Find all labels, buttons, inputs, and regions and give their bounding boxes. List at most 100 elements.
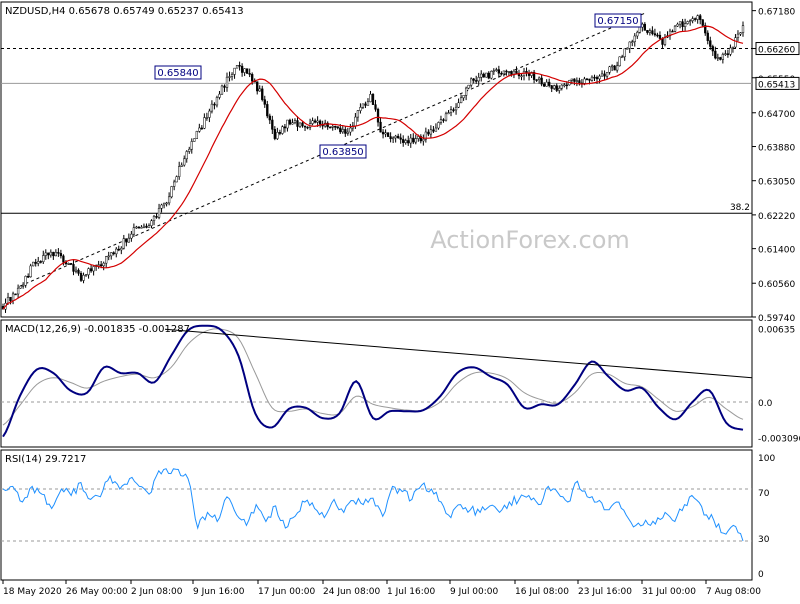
candle-body <box>593 76 596 79</box>
panel-frames <box>0 1 753 581</box>
candle-body <box>261 88 264 100</box>
candle-body <box>100 264 103 267</box>
candle-body <box>447 112 450 115</box>
candle-body <box>210 103 214 112</box>
candle-body <box>694 18 697 20</box>
annotation-1: 0.63850 <box>319 144 367 159</box>
candle-body <box>44 252 47 256</box>
candle-body <box>198 127 201 132</box>
candle-body <box>731 46 735 49</box>
price-tick-label-3: 0.64700 <box>758 110 795 120</box>
candle-body <box>633 35 636 42</box>
candle-body <box>79 273 83 281</box>
candle-body <box>520 75 523 78</box>
annotation-text: 0.65840 <box>157 68 198 79</box>
x-tick-label-6: 1 Jul 16:00 <box>387 587 436 597</box>
candle-body <box>402 139 405 143</box>
candle-body <box>6 296 10 304</box>
candle-body <box>331 126 334 128</box>
candle-body <box>105 256 108 264</box>
candle-body <box>256 81 259 92</box>
candle-body <box>374 104 377 110</box>
price-tick-label-6: 0.62220 <box>758 212 795 222</box>
candle-body <box>505 70 508 73</box>
candle-body <box>16 287 20 295</box>
candle-body <box>550 85 553 89</box>
candle-body <box>442 119 445 121</box>
candle-body <box>726 53 730 55</box>
candle-body <box>497 69 501 74</box>
price-tick-label-8: 0.60560 <box>758 280 795 290</box>
main-panel <box>0 1 753 318</box>
candle-body <box>739 32 742 35</box>
candle-body <box>59 253 63 257</box>
price-tick-label-5: 0.63050 <box>758 178 795 188</box>
candle-body <box>341 129 344 133</box>
candle-body <box>590 76 594 81</box>
candle-body <box>32 261 35 267</box>
candle-body <box>386 132 390 137</box>
x-tick-label-5: 24 Jun 08:00 <box>323 587 380 597</box>
candle-body <box>563 84 566 87</box>
macd-tick-label-0: 0.00635 <box>758 326 795 336</box>
candle-body <box>92 266 95 272</box>
candle-body <box>203 117 206 129</box>
candle-body <box>251 74 254 82</box>
candle-body <box>306 126 309 129</box>
candle-body <box>467 84 470 89</box>
candle-body <box>34 261 37 264</box>
chart-svg: ActionForex.com 0.65840 0.63850 0.67150 38… <box>0 1 800 597</box>
candle-body <box>719 57 722 60</box>
candle-body <box>543 83 546 87</box>
candle-body <box>397 135 400 139</box>
candle-body <box>507 71 511 73</box>
candle-body <box>472 78 475 81</box>
candle-body <box>311 120 314 124</box>
candle-body <box>117 248 120 251</box>
candle-body <box>115 248 118 255</box>
candle-body <box>495 69 498 71</box>
candle-body <box>339 127 342 133</box>
candle-body <box>140 226 143 229</box>
candle-body <box>615 65 619 71</box>
candle-body <box>407 140 410 144</box>
candle-body <box>160 204 163 209</box>
candle-body <box>671 30 674 33</box>
candle-body <box>429 129 433 135</box>
rsi-panel <box>0 449 753 581</box>
candle-body <box>548 81 551 86</box>
candle-body <box>480 73 483 78</box>
price-tick-label-7: 0.61400 <box>758 246 795 256</box>
candle-body <box>120 247 123 251</box>
candle-body <box>603 73 606 77</box>
candle-body <box>21 284 25 287</box>
candle-body <box>417 136 420 139</box>
fib-level-label: 38.2 <box>730 203 750 213</box>
candle-body <box>248 73 251 75</box>
candle-body <box>470 78 473 86</box>
candle-body <box>235 65 239 69</box>
candle-body <box>391 137 395 140</box>
rsi-tick-label-0: 100 <box>758 454 775 464</box>
candle-body <box>384 132 387 135</box>
candle-body <box>14 293 17 296</box>
candle-body <box>688 20 692 22</box>
x-tick-label-9: 23 Jul 16:00 <box>578 587 632 597</box>
macd-tick-label-3: -0.003096 <box>758 435 800 445</box>
candle-body <box>736 33 740 38</box>
candle-body <box>213 103 216 106</box>
candle-body <box>437 122 440 129</box>
candle-body <box>303 125 307 128</box>
candle-body <box>621 56 624 59</box>
candle-body <box>369 94 372 103</box>
annotation-2: 0.67150 <box>594 13 642 28</box>
candle-body <box>301 122 304 127</box>
candle-body <box>648 30 652 33</box>
candle-body <box>135 226 138 229</box>
candle-body <box>142 225 146 228</box>
macd-panel <box>0 319 753 448</box>
candle-body <box>412 137 415 143</box>
candle-body <box>404 140 407 143</box>
candle-body <box>706 32 709 41</box>
candle-body <box>97 264 100 266</box>
